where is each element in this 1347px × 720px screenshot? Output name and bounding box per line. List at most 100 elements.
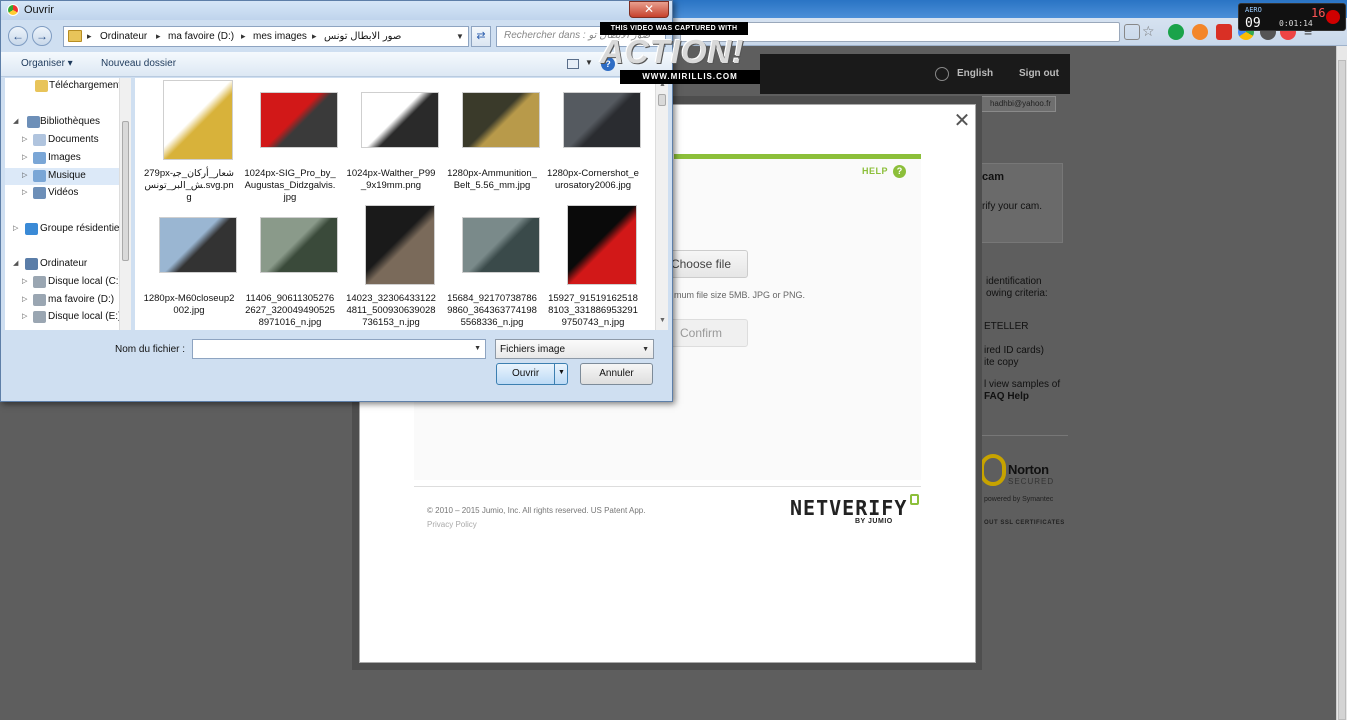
address-bar[interactable]: ▸ Ordinateur ▸ ma favoire (D:) ▸ mes ima… [63, 26, 469, 47]
forward-arrow-icon[interactable]: → [32, 26, 52, 46]
expand-arrow-icon[interactable]: ▷ [22, 277, 27, 285]
file-name: 15927_915191625188103_331886953291975074… [548, 293, 638, 328]
expand-arrow-icon[interactable]: ▷ [22, 295, 27, 303]
navigation-scrollbar[interactable] [119, 78, 131, 330]
view-icon[interactable] [567, 59, 579, 69]
side-text-2: owing criteria: [986, 288, 1048, 299]
language-link[interactable]: English [935, 68, 993, 79]
view-dropdown-icon[interactable]: ▼ [585, 58, 593, 67]
expand-arrow-icon[interactable]: ▷ [22, 171, 27, 179]
file-item[interactable]: 1024px-Walther_P99_9x19mm.png [345, 86, 439, 208]
organize-button[interactable]: Organiser ▾ [21, 58, 73, 69]
breadcrumb-separator: ▸ [87, 31, 92, 41]
open-button[interactable]: Ouvrir ▼ [496, 363, 568, 385]
nav-item[interactable]: ▷ Disque local (E:) [5, 309, 121, 326]
file-item[interactable]: 1280px-M60closeup2002.jpg [143, 211, 237, 333]
recorder-label: AERO [1245, 6, 1262, 14]
side-text-5: ite copy [984, 357, 1019, 368]
norton-check-icon [980, 454, 1006, 486]
nav-item[interactable]: ▷ Images [5, 150, 119, 167]
faq-help-link[interactable]: FAQ Help [984, 391, 1029, 403]
record-icon [1326, 10, 1340, 24]
side-text-1: identification [986, 276, 1042, 287]
nav-item[interactable]: ▷ ma favoire (D:) [5, 292, 119, 309]
file-name: 1024px-Walther_P99_9x19mm.png [346, 168, 436, 191]
file-list: 279px-شعار_أركان_جيش_البر_تونس.svg.png 10… [135, 78, 655, 330]
nav-item[interactable]: ▷ Groupe résidentie [5, 221, 120, 238]
side-text-6: l view samples of [984, 379, 1061, 390]
nav-item[interactable]: ▷ Musique [5, 168, 119, 185]
address-dropdown-icon[interactable]: ▼ [456, 32, 464, 41]
star-icon[interactable]: ☆ [1142, 24, 1158, 40]
help-link[interactable]: HELP [862, 166, 888, 176]
file-scrollbar-thumb[interactable] [658, 94, 666, 106]
recorder-overlay: AERO 09 0:01:14 16 [1238, 3, 1346, 31]
dialog-toolbar: Organiser ▾ Nouveau dossier ▼ ? [1, 52, 672, 77]
expand-arrow-icon[interactable]: ▷ [22, 188, 27, 196]
file-item[interactable]: 15927_915191625188103_331886953291975074… [547, 205, 639, 333]
file-item[interactable]: 1024px-SIG_Pro_by_Augustas_Didzgalvis.jp… [244, 86, 338, 208]
translate-icon[interactable] [1124, 24, 1140, 40]
page-scrollbar[interactable] [1336, 46, 1347, 720]
file-name: 14023_323064331224811_500930639028736153… [346, 293, 436, 328]
expand-arrow-icon[interactable]: ▷ [13, 224, 18, 232]
scroll-down-icon[interactable]: ▼ [659, 317, 666, 324]
gmail-icon[interactable] [1216, 24, 1232, 40]
expand-arrow-icon[interactable]: ▷ [22, 153, 27, 161]
filename-dropdown-icon[interactable]: ▼ [474, 345, 481, 352]
nav-item[interactable]: ▷ Vidéos [5, 185, 119, 202]
extension-green-icon[interactable] [1168, 24, 1184, 40]
back-arrow-icon[interactable]: ← [8, 26, 28, 46]
nav-item[interactable]: Téléchargement [5, 78, 121, 95]
breadcrumb-current[interactable]: صور الابطال تونس [324, 31, 401, 42]
refresh-icon[interactable]: ⇄ [471, 26, 491, 47]
ssl-link[interactable]: OUT SSL CERTIFICATES [984, 520, 1065, 526]
extension-orange-icon[interactable] [1192, 24, 1208, 40]
file-item[interactable]: 279px-شعار_أركان_جيش_البر_تونس.svg.png [143, 80, 235, 208]
breadcrumb-folder[interactable]: mes images [253, 31, 307, 42]
breadcrumb-drive[interactable]: ma favoire (D:) [168, 31, 234, 42]
footer-divider [414, 486, 921, 487]
navigation-scrollbar-thumb[interactable] [122, 121, 129, 261]
modal-close-icon[interactable]: ✕ [953, 111, 971, 131]
file-name: 15684_921707387869860_364363774198556833… [447, 293, 537, 328]
open-dropdown-icon[interactable]: ▼ [558, 369, 565, 376]
file-item[interactable]: 11406_906113052762627_320049490525897101… [244, 211, 338, 333]
image-thumbnail [563, 92, 641, 148]
file-item[interactable]: 1280px-Ammunition_Belt_5.56_mm.jpg [446, 86, 540, 208]
file-item[interactable]: 15684_921707387869860_364363774198556833… [446, 211, 540, 333]
file-name: 1280px-Cornershot_eurosatory2006.jpg [547, 168, 639, 191]
netverify-logo: NETVERIFY [790, 494, 920, 520]
copyright-text: © 2010 – 2015 Jumio, Inc. All rights res… [427, 506, 646, 515]
file-scrollbar[interactable]: ▲ ▼ [655, 78, 668, 330]
expand-arrow-icon[interactable]: ◢ [13, 117, 18, 125]
expand-arrow-icon[interactable]: ◢ [13, 259, 18, 267]
filetype-value: Fichiers image [500, 344, 566, 355]
chrome-icon [7, 4, 19, 16]
computer-icon [25, 258, 38, 270]
page-scrollbar-thumb[interactable] [1338, 60, 1346, 720]
expand-arrow-icon[interactable]: ▷ [22, 135, 27, 143]
cancel-button[interactable]: Annuler [580, 363, 653, 385]
nav-item-label: Musique [48, 170, 86, 181]
dialog-titlebar[interactable]: Ouvrir ✕ [1, 1, 672, 20]
filetype-select[interactable]: Fichiers image ▼ [495, 339, 654, 359]
filename-input[interactable]: ▼ [192, 339, 486, 359]
file-item[interactable]: 14023_323064331224811_500930639028736153… [345, 205, 437, 333]
nav-item[interactable]: ▷ Disque local (C:) [5, 274, 122, 291]
nav-item[interactable]: ◢ Ordinateur [5, 256, 119, 273]
signout-link[interactable]: Sign out [1019, 68, 1059, 79]
nav-item[interactable]: ◢ Bibliothèques [5, 114, 119, 131]
file-item[interactable]: 1280px-Cornershot_eurosatory2006.jpg [547, 86, 641, 208]
new-folder-button[interactable]: Nouveau dossier [101, 58, 176, 69]
breadcrumb-computer[interactable]: Ordinateur [100, 31, 147, 42]
privacy-link[interactable]: Privacy Policy [427, 520, 477, 529]
webcam-text: rify your cam. [982, 201, 1043, 212]
help-icon[interactable]: ? [893, 165, 906, 178]
homegroup-icon [25, 223, 38, 235]
norton-badge[interactable]: Norton SECURED powered by Symantec [978, 446, 1068, 506]
nav-item[interactable]: ▷ Documents [5, 132, 119, 149]
dialog-close-button[interactable]: ✕ [629, 1, 669, 18]
file-size-hint: mum file size 5MB. JPG or PNG. [674, 290, 806, 300]
expand-arrow-icon[interactable]: ▷ [22, 312, 27, 320]
